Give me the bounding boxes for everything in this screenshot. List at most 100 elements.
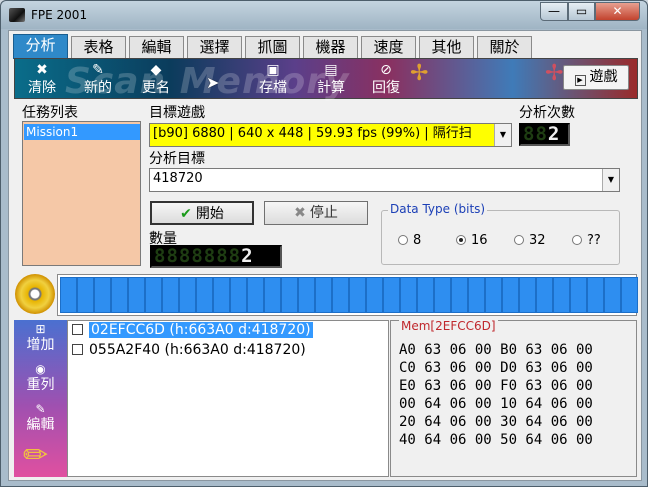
calculator-icon: ▤ [324, 62, 338, 78]
clear-icon: ✖ [36, 62, 48, 78]
memory-row: A0 63 06 00 B0 63 06 00 [399, 342, 593, 358]
result-text: 02EFCC6D (h:663A0 d:418720) [89, 322, 313, 338]
stop-label: 停止 [309, 205, 338, 221]
add-icon: ⊞ [35, 322, 46, 336]
progress-segment [434, 277, 451, 313]
pencil-icon: ✏ [23, 438, 49, 473]
dragonfly-icon: ✢ [545, 61, 564, 86]
quantity-display: 88888882 [150, 245, 282, 268]
result-list[interactable]: 02EFCC6D (h:663A0 d:418720) 055A2F40 (h:… [67, 320, 389, 477]
title-bar[interactable]: FPE 2001 — ▭ ✕ [1, 1, 647, 29]
clear-label: 清除 [28, 80, 56, 96]
progress-segment [553, 277, 570, 313]
radio-dot [572, 235, 582, 245]
window-title: FPE 2001 [31, 8, 88, 22]
radio-8-bit[interactable]: 8 [398, 233, 421, 248]
start-button[interactable]: ✔ 開始 [150, 201, 254, 225]
dragonfly-icon: ✢ [410, 61, 429, 86]
progress-segment [417, 277, 434, 313]
led-dim-digits: 88 [523, 123, 548, 145]
chevron-down-icon[interactable]: ▼ [494, 124, 511, 146]
progress-segment [349, 277, 366, 313]
progress-segment [213, 277, 230, 313]
target-game-label: 目標遊戲 [149, 105, 205, 121]
progress-segment [281, 277, 298, 313]
target-game-value: [b90] 6880 | 640 x 448 | 59.93 fps (99%)… [153, 126, 472, 141]
rename-label: 更名 [142, 80, 170, 96]
rename-button[interactable]: ◆ 更名 [133, 60, 179, 98]
app-icon [9, 8, 25, 22]
mission-list[interactable]: Mission1 [22, 121, 141, 266]
radio-32-bit[interactable]: 32 [514, 233, 546, 248]
list-item[interactable]: Mission1 [24, 124, 140, 140]
save-label: 存檔 [259, 80, 287, 96]
result-row[interactable]: 02EFCC6D (h:663A0 d:418720) [70, 321, 313, 339]
result-checkbox[interactable] [72, 344, 83, 355]
result-checkbox[interactable] [72, 324, 83, 335]
target-game-select[interactable]: [b90] 6880 | 640 x 448 | 59.93 fps (99%)… [149, 123, 512, 147]
tab-speed[interactable]: 速度 [361, 36, 416, 58]
progress-segment [451, 277, 468, 313]
progress-segment [383, 277, 400, 313]
start-label: 開始 [195, 206, 224, 222]
mouse-cursor-icon: ➤ [206, 73, 220, 92]
tab-about[interactable]: 關於 [477, 36, 532, 58]
analysis-target-select[interactable]: 418720 ▼ [149, 168, 620, 192]
disc-icon [15, 274, 55, 314]
calculate-label: 計算 [317, 80, 345, 96]
led-lit-digit: 2 [547, 123, 561, 145]
game-button[interactable]: ▶ 遊戲 [563, 65, 629, 90]
analysis-target-value: 418720 [153, 171, 203, 186]
radio-label: 8 [413, 233, 422, 248]
progress-segment [94, 277, 111, 313]
tab-select[interactable]: 選擇 [187, 36, 242, 58]
tab-table[interactable]: 表格 [71, 36, 126, 58]
add-label: 增加 [26, 337, 55, 353]
relist-button[interactable]: ◉ 重列 [14, 362, 67, 394]
radio-dot [398, 235, 408, 245]
maximize-button[interactable]: ▭ [568, 2, 595, 21]
stop-icon: ✖ [294, 205, 306, 221]
add-button[interactable]: ⊞ 增加 [14, 322, 67, 354]
progress-segment [179, 277, 196, 313]
radio-auto-bit[interactable]: ?? [572, 233, 601, 248]
stop-button[interactable]: ✖ 停止 [264, 201, 368, 225]
chevron-down-icon[interactable]: ▼ [602, 169, 619, 191]
new-button[interactable]: ✎ 新的 [75, 60, 121, 98]
restore-label: 回復 [372, 80, 400, 96]
minimize-button[interactable]: — [540, 2, 568, 21]
tab-machine[interactable]: 機器 [303, 36, 358, 58]
analysis-count-label: 分析次數 [519, 105, 575, 121]
clear-button[interactable]: ✖ 清除 [19, 60, 65, 98]
restore-button[interactable]: ⊘ 回復 [363, 60, 409, 98]
game-button-label: 遊戲 [589, 69, 618, 85]
memory-dump: A0 63 06 00 B0 63 06 00 C0 63 06 00 D0 63… [399, 341, 593, 449]
progress-segment [621, 277, 638, 313]
analysis-target-label: 分析目標 [149, 151, 205, 167]
tab-analysis[interactable]: 分析 [13, 34, 68, 59]
progress-segment [264, 277, 281, 313]
mission-list-label: 任務列表 [22, 105, 78, 121]
progress-segment [298, 277, 315, 313]
relist-icon: ◉ [35, 362, 46, 376]
tab-edit[interactable]: 編輯 [129, 36, 184, 58]
new-label: 新的 [84, 80, 112, 96]
save-button[interactable]: ▣ 存檔 [250, 60, 296, 98]
new-icon: ✎ [92, 62, 104, 78]
radio-dot [514, 235, 524, 245]
progress-segment [502, 277, 519, 313]
radio-16-bit[interactable]: 16 [456, 233, 488, 248]
close-button[interactable]: ✕ [595, 2, 640, 21]
tab-other[interactable]: 其他 [419, 36, 474, 58]
result-row[interactable]: 055A2F40 (h:663A0 d:418720) [70, 341, 306, 359]
memory-row: E0 63 06 00 F0 63 06 00 [399, 378, 593, 394]
progress-segment [247, 277, 264, 313]
calculate-button[interactable]: ▤ 計算 [308, 60, 354, 98]
tab-capture[interactable]: 抓圖 [245, 36, 300, 58]
progress-segment [315, 277, 332, 313]
client-area: 分析 表格 編輯 選擇 抓圖 機器 速度 其他 關於 Scan Memory ✖… [8, 30, 642, 481]
edit-button[interactable]: ✎ 編輯 [14, 402, 67, 434]
progress-segment [145, 277, 162, 313]
progress-segment [570, 277, 587, 313]
analysis-count-display: 882 [519, 123, 570, 146]
